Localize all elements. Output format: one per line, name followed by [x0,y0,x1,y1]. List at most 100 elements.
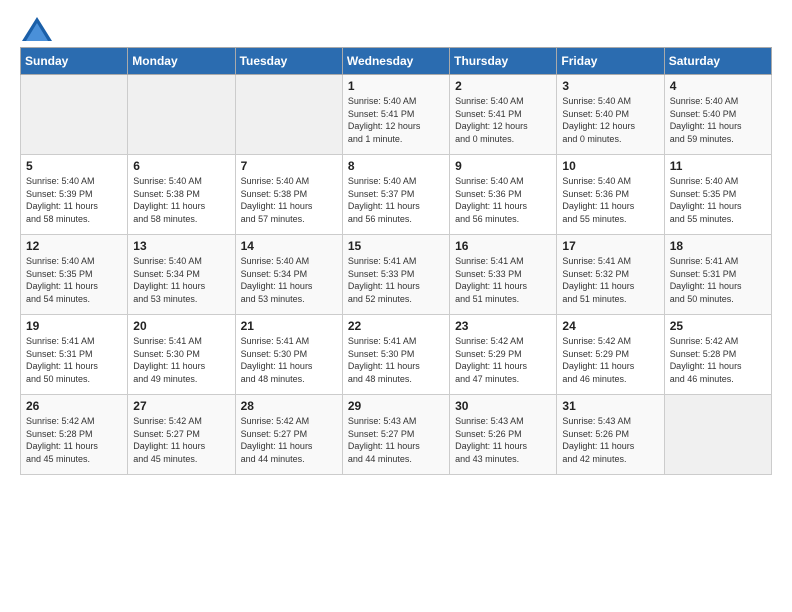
calendar-cell: 14Sunrise: 5:40 AM Sunset: 5:34 PM Dayli… [235,235,342,315]
day-number: 29 [348,399,444,413]
day-number: 16 [455,239,551,253]
day-info: Sunrise: 5:42 AM Sunset: 5:29 PM Dayligh… [562,335,658,385]
day-info: Sunrise: 5:40 AM Sunset: 5:38 PM Dayligh… [241,175,337,225]
calendar-cell: 15 Sunrise: 5:41 AM Sunset: 5:33 PM Dayli… [342,235,449,315]
day-info: Sunrise: 5:41 AM Sunset: 5:31 PM Dayligh… [670,255,766,305]
calendar-cell: 6 Sunrise: 5:40 AM Sunset: 5:38 PM Daylig… [128,155,235,235]
calendar-cell: 7 Sunrise: 5:40 AM Sunset: 5:38 PM Daylig… [235,155,342,235]
calendar-header-row: SundayMondayTuesdayWednesdayThursdayFrid… [21,48,772,75]
day-header-wednesday: Wednesday [342,48,449,75]
calendar-cell: 30 Sunrise: 5:43 AM Sunset: 5:26 PM Dayli… [450,395,557,475]
day-info: Sunrise: 5:40 AM Sunset: 5:36 PM Dayligh… [562,175,658,225]
day-number: 2 [455,79,551,93]
day-number: 23 [455,319,551,333]
day-info: Sunrise: 5:42 AM Sunset: 5:28 PM Dayligh… [26,415,122,465]
day-number: 27 [133,399,229,413]
calendar-cell: 12 Sunrise: 5:40 AM Sunset: 5:35 PM Dayli… [21,235,128,315]
calendar-cell: 25Sunrise: 5:42 AM Sunset: 5:28 PM Dayli… [664,315,771,395]
calendar-cell [21,75,128,155]
calendar-table: SundayMondayTuesdayWednesdayThursdayFrid… [20,47,772,475]
calendar-cell [235,75,342,155]
calendar-cell: 26 Sunrise: 5:42 AM Sunset: 5:28 PM Dayli… [21,395,128,475]
page-container: SundayMondayTuesdayWednesdayThursdayFrid… [0,0,792,485]
calendar-cell [128,75,235,155]
calendar-cell [664,395,771,475]
day-number: 13 [133,239,229,253]
day-number: 6 [133,159,229,173]
day-number: 1 [348,79,444,93]
day-number: 7 [241,159,337,173]
day-number: 12 [26,239,122,253]
day-info: Sunrise: 5:42 AM Sunset: 5:29 PM Dayligh… [455,335,551,385]
calendar-cell: 28Sunrise: 5:42 AM Sunset: 5:27 PM Dayli… [235,395,342,475]
calendar-cell: 20 Sunrise: 5:41 AM Sunset: 5:30 PM Dayli… [128,315,235,395]
logo-icon [20,15,50,39]
day-header-tuesday: Tuesday [235,48,342,75]
day-header-sunday: Sunday [21,48,128,75]
day-info: Sunrise: 5:41 AM Sunset: 5:30 PM Dayligh… [348,335,444,385]
day-number: 24 [562,319,658,333]
day-header-thursday: Thursday [450,48,557,75]
calendar-week-row: 12 Sunrise: 5:40 AM Sunset: 5:35 PM Dayli… [21,235,772,315]
day-info: Sunrise: 5:41 AM Sunset: 5:30 PM Dayligh… [133,335,229,385]
day-number: 20 [133,319,229,333]
calendar-cell: 4 Sunrise: 5:40 AM Sunset: 5:40 PM Daylig… [664,75,771,155]
calendar-week-row: 5 Sunrise: 5:40 AM Sunset: 5:39 PM Daylig… [21,155,772,235]
calendar-cell: 29 Sunrise: 5:43 AM Sunset: 5:27 PM Dayli… [342,395,449,475]
day-number: 9 [455,159,551,173]
day-number: 17 [562,239,658,253]
calendar-cell: 27 Sunrise: 5:42 AM Sunset: 5:27 PM Dayli… [128,395,235,475]
day-info: Sunrise: 5:40 AM Sunset: 5:35 PM Dayligh… [26,255,122,305]
day-number: 26 [26,399,122,413]
day-number: 22 [348,319,444,333]
day-info: Sunrise: 5:43 AM Sunset: 5:26 PM Dayligh… [562,415,658,465]
day-number: 18 [670,239,766,253]
day-number: 31 [562,399,658,413]
day-info: Sunrise: 5:41 AM Sunset: 5:32 PM Dayligh… [562,255,658,305]
day-info: Sunrise: 5:40 AM Sunset: 5:40 PM Dayligh… [562,95,658,145]
day-info: Sunrise: 5:40 AM Sunset: 5:41 PM Dayligh… [455,95,551,145]
calendar-cell: 24 Sunrise: 5:42 AM Sunset: 5:29 PM Dayli… [557,315,664,395]
calendar-cell: 10 Sunrise: 5:40 AM Sunset: 5:36 PM Dayli… [557,155,664,235]
calendar-cell: 31 Sunrise: 5:43 AM Sunset: 5:26 PM Dayli… [557,395,664,475]
header [20,15,772,39]
calendar-cell: 18 Sunrise: 5:41 AM Sunset: 5:31 PM Dayli… [664,235,771,315]
day-info: Sunrise: 5:40 AM Sunset: 5:40 PM Dayligh… [670,95,766,145]
calendar-cell: 2 Sunrise: 5:40 AM Sunset: 5:41 PM Daylig… [450,75,557,155]
day-info: Sunrise: 5:40 AM Sunset: 5:36 PM Dayligh… [455,175,551,225]
day-number: 10 [562,159,658,173]
calendar-cell: 13Sunrise: 5:40 AM Sunset: 5:34 PM Dayli… [128,235,235,315]
calendar-cell: 22 Sunrise: 5:41 AM Sunset: 5:30 PM Dayli… [342,315,449,395]
day-info: Sunrise: 5:41 AM Sunset: 5:33 PM Dayligh… [455,255,551,305]
day-info: Sunrise: 5:42 AM Sunset: 5:27 PM Dayligh… [133,415,229,465]
day-number: 30 [455,399,551,413]
calendar-cell: 1Sunrise: 5:40 AM Sunset: 5:41 PM Daylig… [342,75,449,155]
day-info: Sunrise: 5:40 AM Sunset: 5:38 PM Dayligh… [133,175,229,225]
day-info: Sunrise: 5:42 AM Sunset: 5:28 PM Dayligh… [670,335,766,385]
day-info: Sunrise: 5:43 AM Sunset: 5:27 PM Dayligh… [348,415,444,465]
calendar-cell: 9 Sunrise: 5:40 AM Sunset: 5:36 PM Daylig… [450,155,557,235]
calendar-cell: 3Sunrise: 5:40 AM Sunset: 5:40 PM Daylig… [557,75,664,155]
day-number: 14 [241,239,337,253]
day-info: Sunrise: 5:41 AM Sunset: 5:33 PM Dayligh… [348,255,444,305]
day-header-friday: Friday [557,48,664,75]
day-number: 15 [348,239,444,253]
calendar-cell: 5 Sunrise: 5:40 AM Sunset: 5:39 PM Daylig… [21,155,128,235]
day-info: Sunrise: 5:42 AM Sunset: 5:27 PM Dayligh… [241,415,337,465]
calendar-cell: 8Sunrise: 5:40 AM Sunset: 5:37 PM Daylig… [342,155,449,235]
day-info: Sunrise: 5:43 AM Sunset: 5:26 PM Dayligh… [455,415,551,465]
calendar-cell: 23 Sunrise: 5:42 AM Sunset: 5:29 PM Dayli… [450,315,557,395]
calendar-cell: 19Sunrise: 5:41 AM Sunset: 5:31 PM Dayli… [21,315,128,395]
day-number: 11 [670,159,766,173]
day-info: Sunrise: 5:40 AM Sunset: 5:39 PM Dayligh… [26,175,122,225]
calendar-cell: 21 Sunrise: 5:41 AM Sunset: 5:30 PM Dayli… [235,315,342,395]
day-number: 19 [26,319,122,333]
day-number: 4 [670,79,766,93]
day-number: 5 [26,159,122,173]
day-info: Sunrise: 5:41 AM Sunset: 5:30 PM Dayligh… [241,335,337,385]
calendar-cell: 16 Sunrise: 5:41 AM Sunset: 5:33 PM Dayli… [450,235,557,315]
calendar-week-row: 19Sunrise: 5:41 AM Sunset: 5:31 PM Dayli… [21,315,772,395]
calendar-week-row: 1 Sunrise: 5:40 AM Sunset: 5:41 PM Daylig… [21,75,772,155]
calendar-cell: 17 Sunrise: 5:41 AM Sunset: 5:32 PM Dayli… [557,235,664,315]
day-number: 21 [241,319,337,333]
